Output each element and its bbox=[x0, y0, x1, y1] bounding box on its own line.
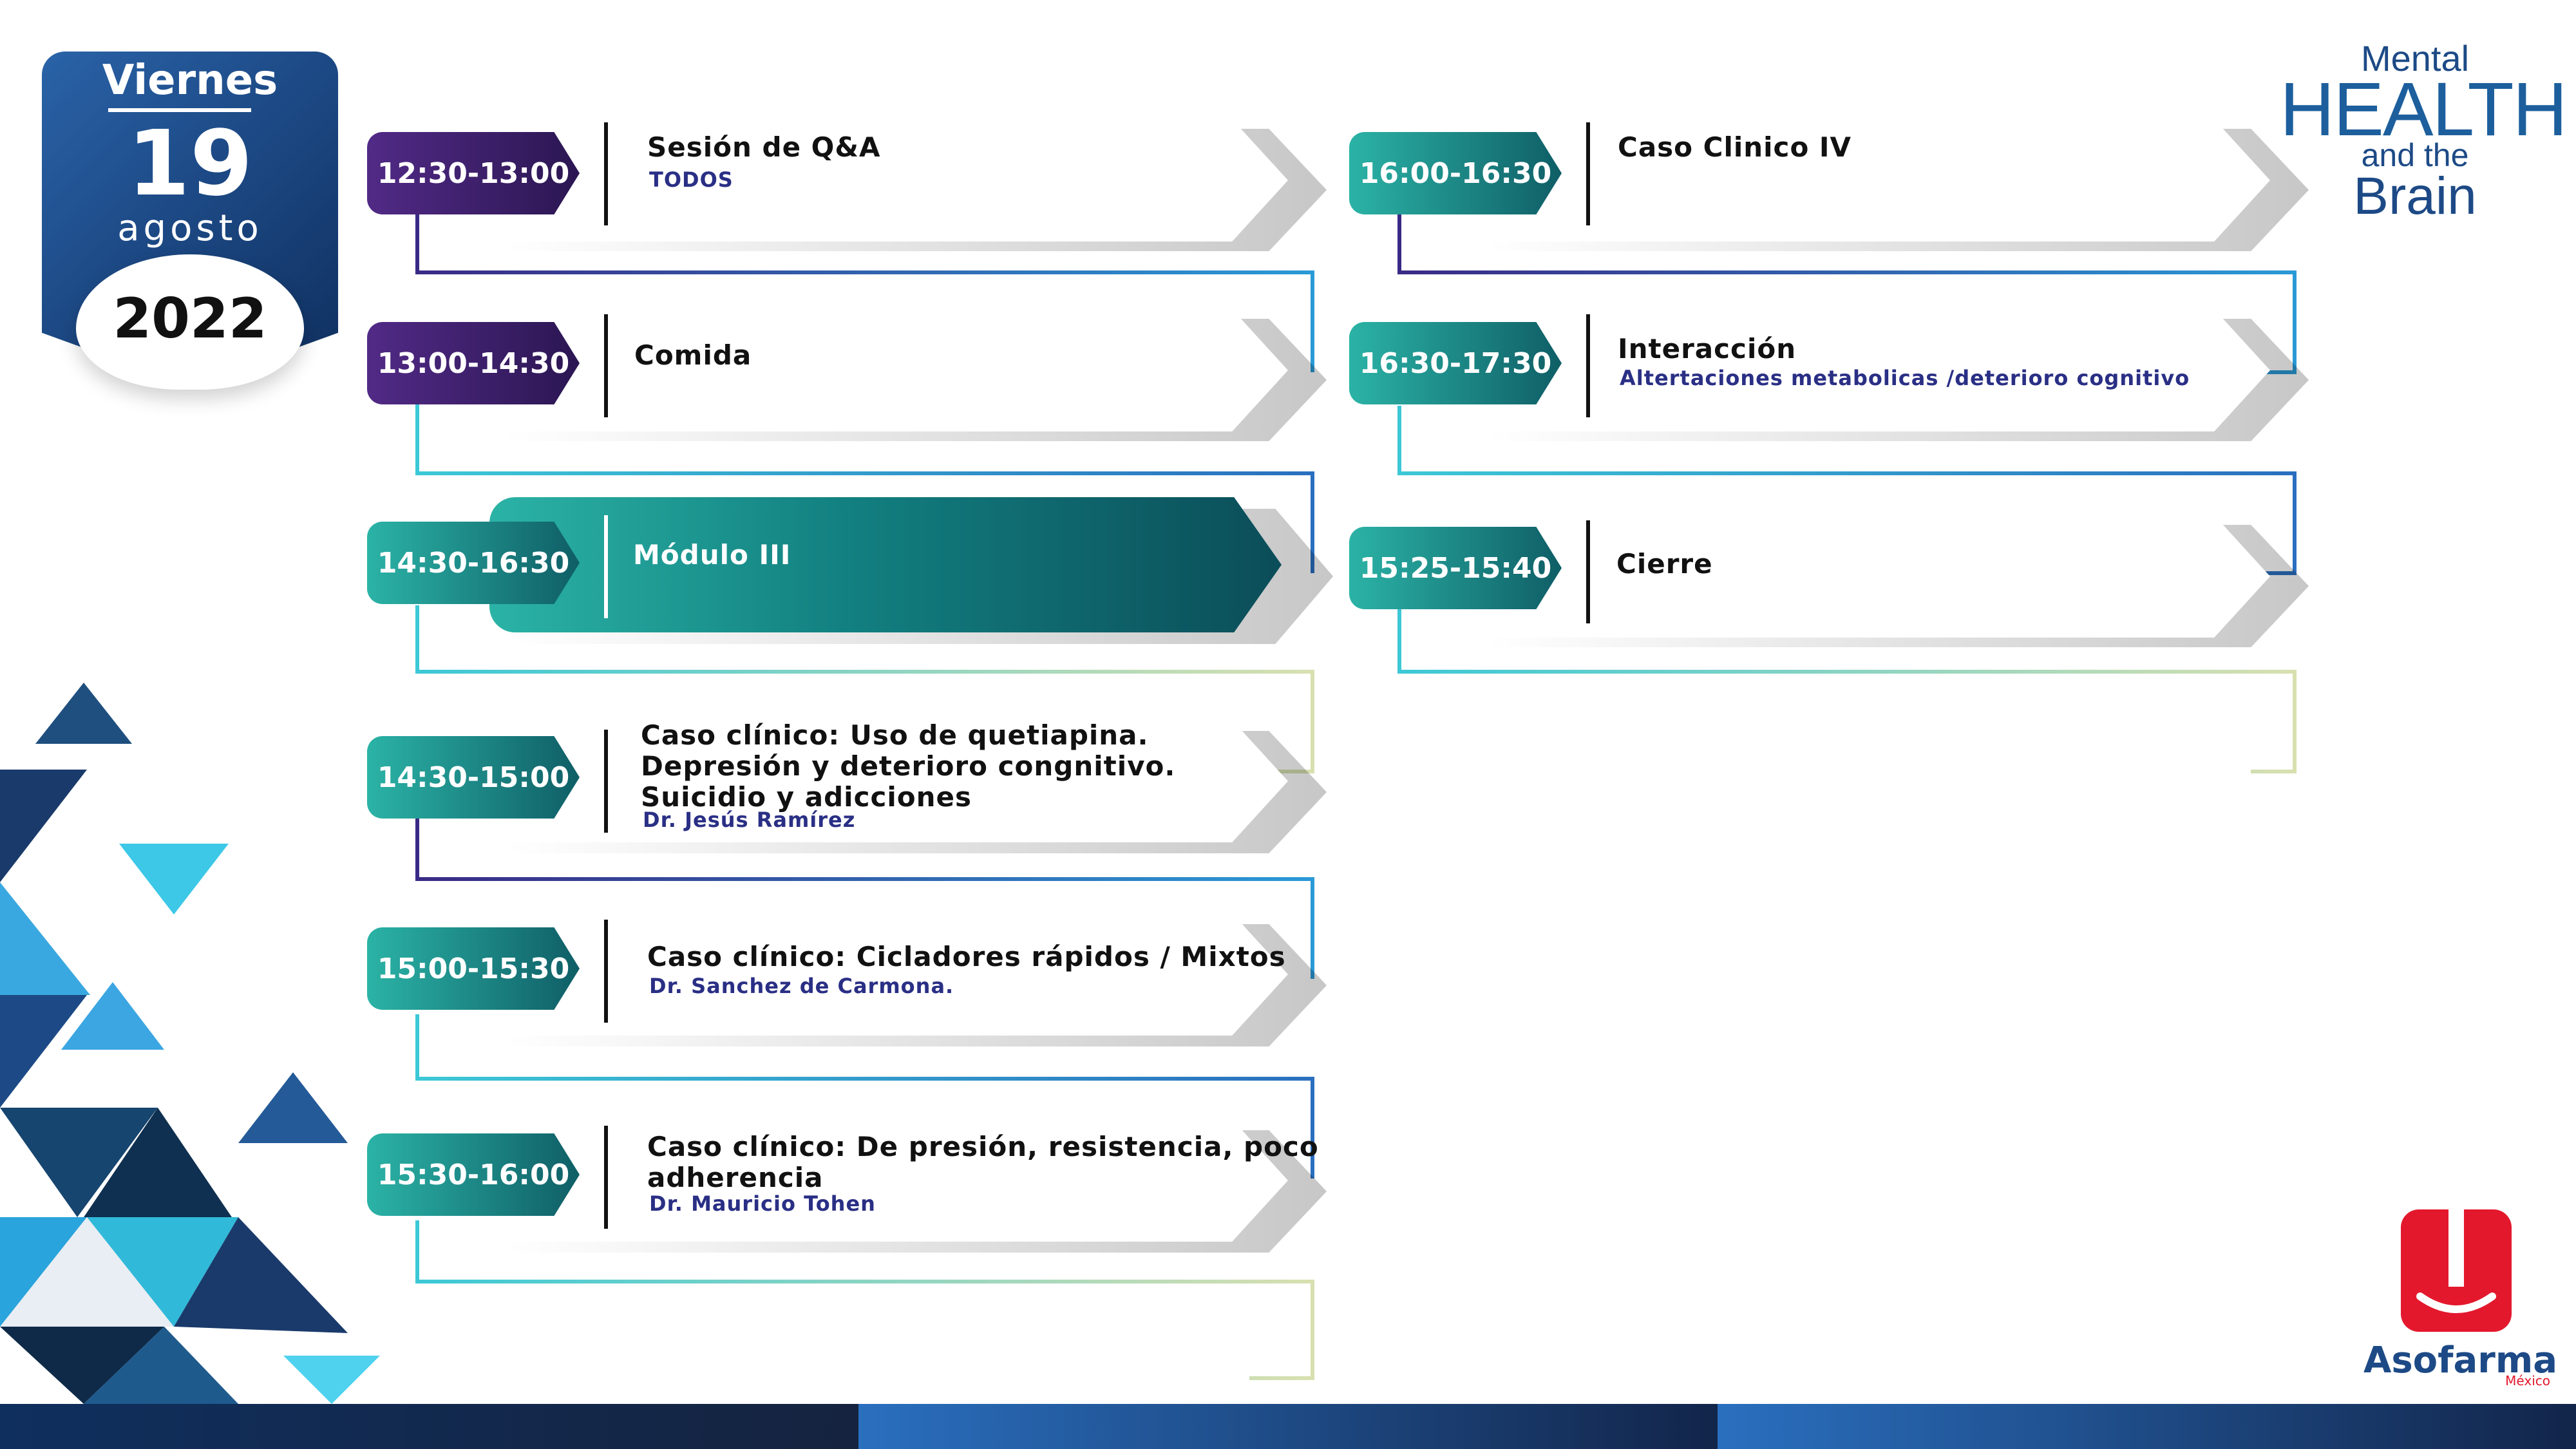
date-weekday: Viernes bbox=[102, 57, 278, 104]
connector-lines-right bbox=[1397, 213, 2297, 773]
time-tag: 13:00-14:30 bbox=[367, 322, 580, 404]
session-title-line: Depresión y deterioro congnitivo. bbox=[641, 750, 1176, 782]
module-title: Módulo III bbox=[633, 539, 791, 571]
session-title-line: adherencia bbox=[647, 1162, 824, 1193]
time-tag: 15:25-15:40 bbox=[1349, 527, 1562, 609]
session-title: Sesión de Q&A bbox=[647, 131, 881, 163]
session-speaker: TODOS bbox=[649, 167, 734, 192]
divider bbox=[1586, 520, 1590, 623]
date-year: 2022 bbox=[113, 287, 267, 351]
time-tag: 15:30-16:00 bbox=[367, 1133, 580, 1216]
session-speaker: Dr. Mauricio Tohen bbox=[649, 1191, 876, 1216]
divider bbox=[604, 730, 608, 833]
session-title: Comida bbox=[634, 339, 752, 371]
session-speaker: Dr. Sanchez de Carmona. bbox=[649, 974, 954, 998]
session-title-line: Caso clínico: De presión, resistencia, p… bbox=[647, 1131, 1319, 1162]
divider bbox=[604, 1126, 608, 1229]
time-tag: 14:30-15:00 bbox=[367, 736, 580, 819]
session-speaker: Altertaciones metabolicas /deterioro cog… bbox=[1620, 366, 2190, 390]
divider bbox=[604, 122, 608, 225]
divider bbox=[1586, 314, 1590, 417]
time-tag: 14:30-16:30 bbox=[367, 522, 580, 604]
logo-brain: Brain bbox=[2353, 167, 2477, 225]
divider bbox=[1586, 122, 1590, 225]
divider bbox=[604, 920, 608, 1023]
session-title: Cierre bbox=[1616, 548, 1713, 580]
session-title: Caso Clinico IV bbox=[1618, 131, 1852, 163]
time-tag: 16:30-17:30 bbox=[1349, 322, 1562, 404]
bottom-bar bbox=[0, 1404, 2576, 1449]
date-day: 19 bbox=[127, 111, 253, 216]
session-title-line: Caso clínico: Uso de quetiapina. bbox=[641, 719, 1149, 751]
sponsor-country: México bbox=[2505, 1373, 2550, 1388]
time-tag: 15:00-15:30 bbox=[367, 927, 580, 1010]
divider bbox=[604, 515, 608, 618]
time-tag: 12:30-13:00 bbox=[367, 132, 580, 214]
time-tag: 16:00-16:30 bbox=[1349, 132, 1562, 214]
divider bbox=[604, 314, 608, 417]
asofarma-icon bbox=[2401, 1209, 2512, 1332]
session-title: Interacción bbox=[1618, 333, 1797, 365]
date-month: agosto bbox=[117, 207, 263, 249]
session-speaker: Dr. Jesús Ramírez bbox=[643, 808, 856, 832]
session-title: Caso clínico: Cicladores rápidos / Mixto… bbox=[647, 941, 1286, 972]
